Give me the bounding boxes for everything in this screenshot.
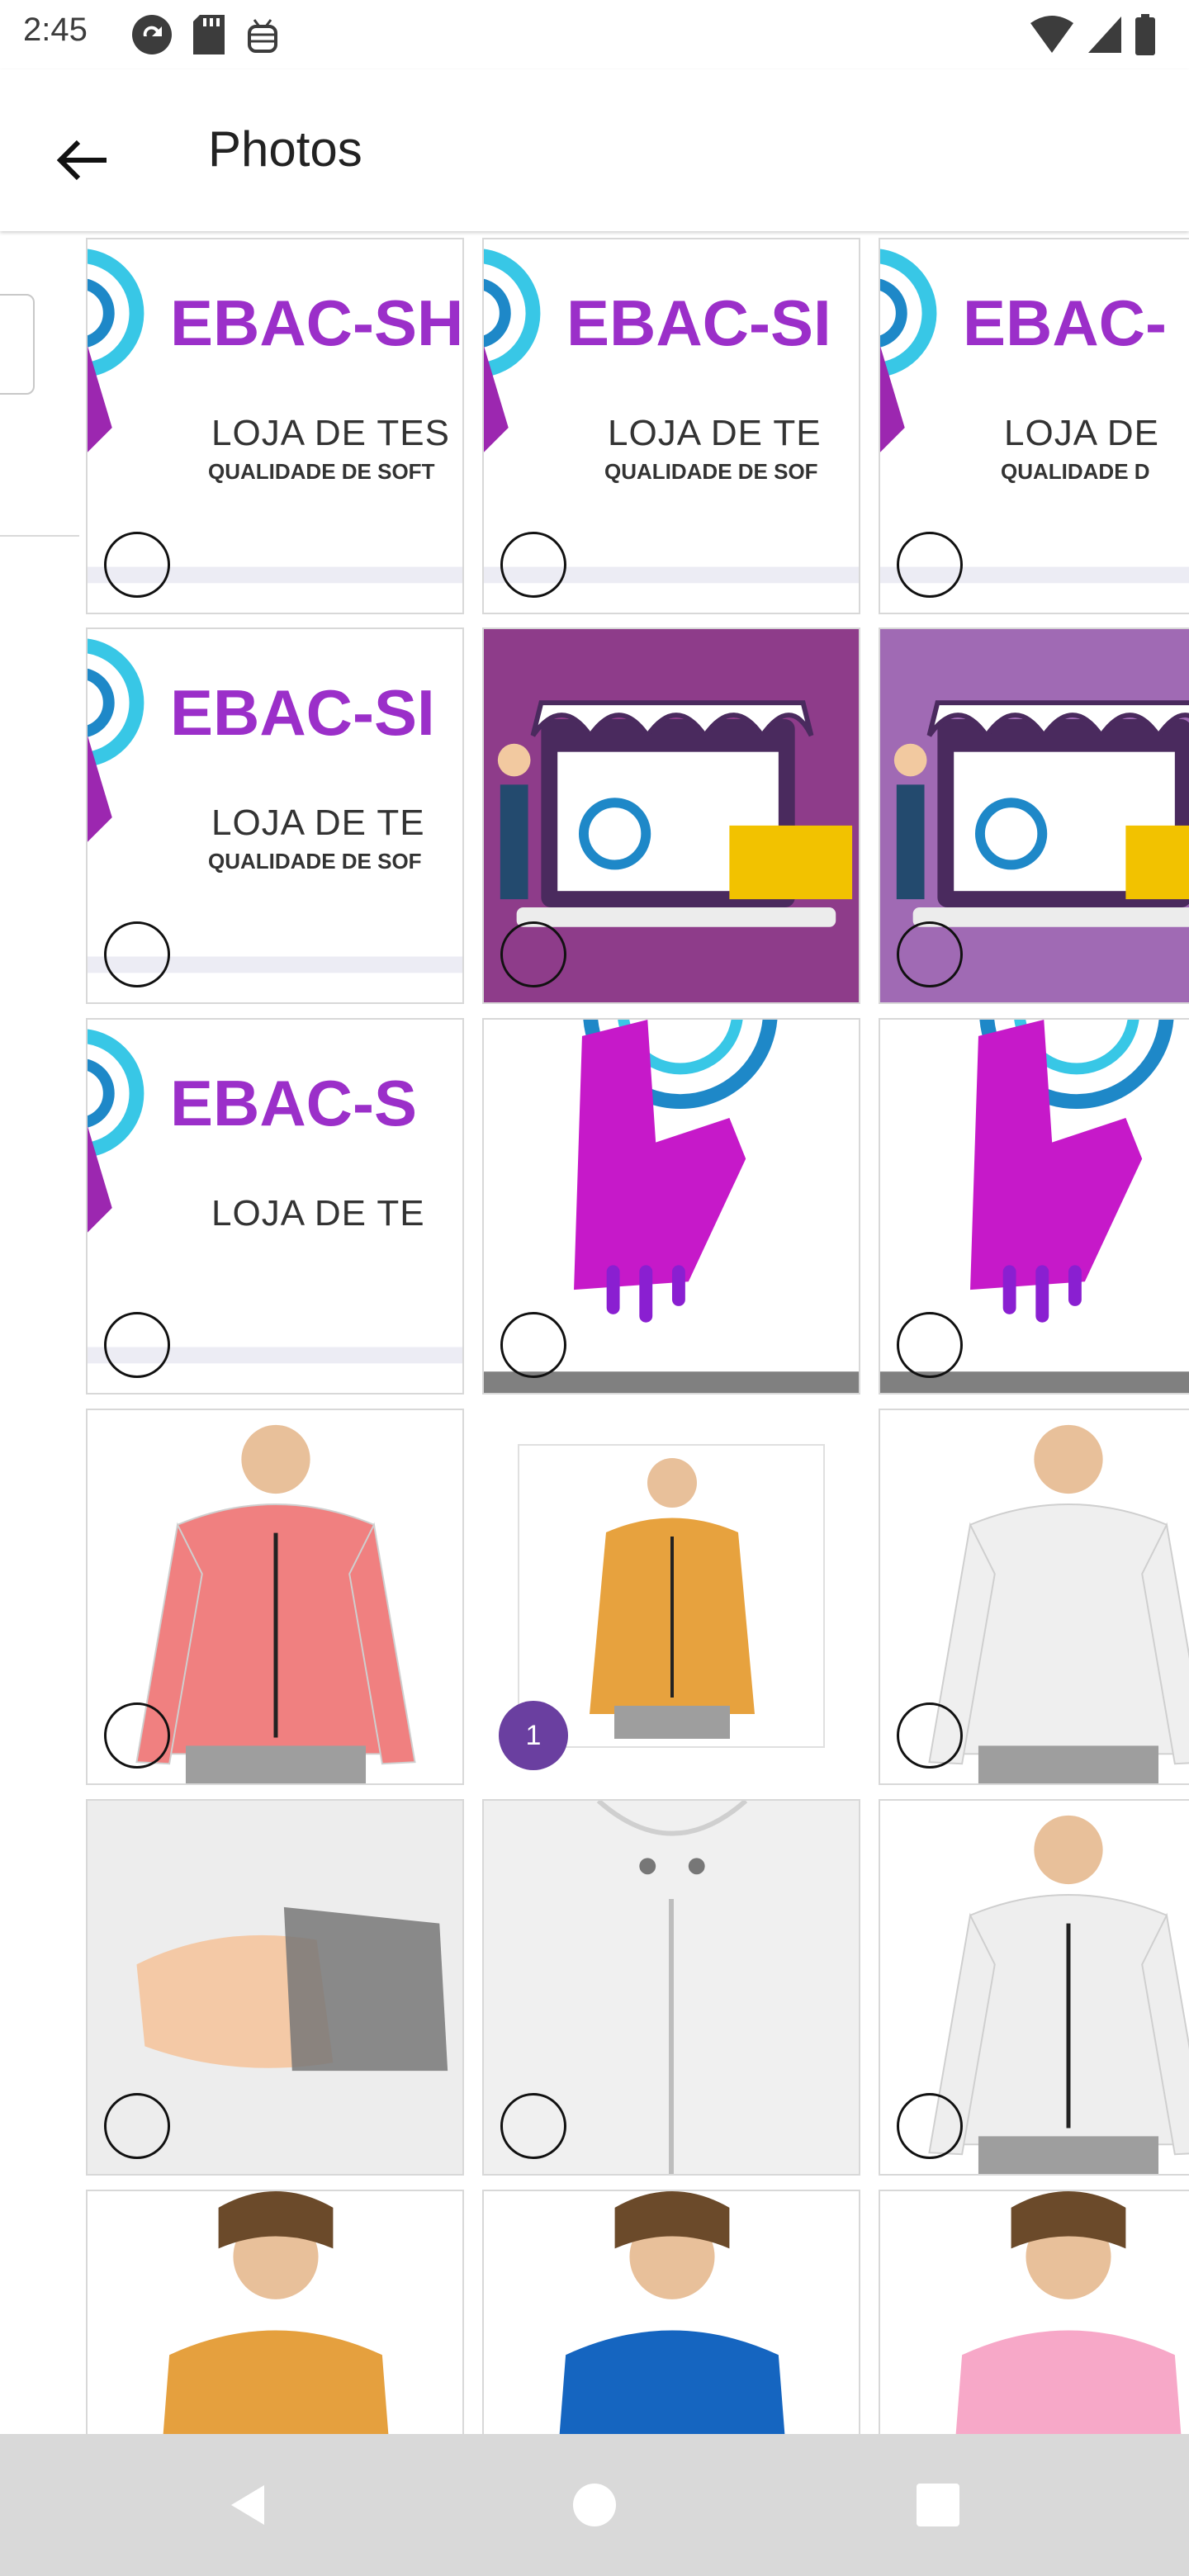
- blue-pullover-photo[interactable]: [482, 2190, 860, 2434]
- home-circle-icon: [573, 2484, 616, 2526]
- ebac-logo-text: EBAC-S: [170, 1067, 418, 1139]
- sync-icon: [132, 15, 172, 54]
- ebac-shop-logo-photo[interactable]: EBAC-S LOJA DE TE: [86, 1018, 464, 1395]
- status-right-icons: [1029, 13, 1156, 56]
- select-checkbox[interactable]: [104, 532, 170, 598]
- app-bar: Photos: [0, 69, 1189, 231]
- store-laptop-illustration-photo[interactable]: [482, 627, 860, 1004]
- album-drawer-handle[interactable]: [0, 294, 35, 395]
- hand-logo-photo[interactable]: [482, 1018, 860, 1395]
- banner-line-1: LOJA DE TE: [211, 803, 425, 843]
- photo-thumbnail-image: [88, 2191, 462, 2434]
- photo-thumbnail-image: [880, 2191, 1189, 2434]
- banner-line-1: LOJA DE TES: [211, 413, 450, 453]
- status-left-icons: [129, 12, 281, 58]
- wifi-icon: [1030, 16, 1073, 53]
- system-nav-bar: [0, 2434, 1189, 2576]
- recents-square-icon: [917, 2484, 959, 2526]
- ebac-shop-logo-photo[interactable]: EBAC-SI LOJA DE TE QUALIDADE DE SOF: [482, 238, 860, 614]
- photo-thumbnail-image: [484, 2191, 859, 2434]
- white-jacket-detail-photo[interactable]: [482, 1799, 860, 2176]
- banner-line-1: LOJA DE TE: [211, 1193, 425, 1234]
- page-title: Photos: [208, 121, 362, 177]
- ebac-shop-logo-photo[interactable]: EBAC-SI LOJA DE TE QUALIDADE DE SOF: [86, 627, 464, 1004]
- store-laptop-illustration-photo[interactable]: [879, 627, 1189, 1004]
- banner-line-1: LOJA DE: [1004, 413, 1159, 453]
- banner-line-1: LOJA DE TE: [608, 413, 822, 453]
- status-bar: 2:45: [0, 0, 1189, 69]
- orange-pullover-photo[interactable]: [86, 2190, 464, 2434]
- album-drawer-edge[interactable]: [0, 233, 79, 537]
- select-checkbox[interactable]: [104, 921, 170, 987]
- select-checkbox[interactable]: [897, 1312, 963, 1378]
- hand-logo-photo[interactable]: [879, 1018, 1189, 1395]
- select-checkbox[interactable]: [500, 532, 566, 598]
- pink-jacket-photo[interactable]: [86, 1409, 464, 1785]
- select-checkbox[interactable]: [104, 1312, 170, 1378]
- select-checkbox[interactable]: [500, 2093, 566, 2159]
- nav-back-button[interactable]: [206, 2464, 289, 2546]
- back-triangle-icon: [231, 2485, 264, 2525]
- ebac-shop-logo-photo[interactable]: EBAC-SH LOJA DE TES QUALIDADE DE SOFT: [86, 238, 464, 614]
- select-checkbox[interactable]: [897, 2093, 963, 2159]
- nav-home-button[interactable]: [553, 2464, 636, 2546]
- pink-pullover-photo[interactable]: [879, 2190, 1189, 2434]
- select-checkbox[interactable]: [897, 532, 963, 598]
- white-jacket-sleeve-photo[interactable]: [86, 1799, 464, 2176]
- select-checkbox[interactable]: [897, 921, 963, 987]
- android-debug-icon: [248, 19, 277, 53]
- select-checkbox[interactable]: [500, 921, 566, 987]
- select-checkbox[interactable]: [500, 1312, 566, 1378]
- ebac-shop-logo-photo[interactable]: EBAC- LOJA DE QUALIDADE D: [879, 238, 1189, 614]
- nav-recents-button[interactable]: [897, 2464, 979, 2546]
- orange-jacket-photo[interactable]: 1: [482, 1409, 860, 1785]
- back-button[interactable]: [41, 119, 124, 201]
- ebac-logo-text: EBAC-SI: [170, 676, 435, 749]
- photo-picker-content: EBAC-SH LOJA DE TES QUALIDADE DE SOFT EBAC-…: [0, 233, 1189, 2434]
- banner-line-2: QUALIDADE DE SOFT: [208, 459, 435, 484]
- ebac-logo-text: EBAC-: [963, 286, 1167, 359]
- banner-line-2: QUALIDADE DE SOF: [208, 849, 422, 874]
- white-jacket-photo[interactable]: [879, 1799, 1189, 2176]
- banner-line-2: QUALIDADE D: [1001, 459, 1150, 484]
- select-checkbox[interactable]: [897, 1702, 963, 1769]
- select-checkbox[interactable]: [104, 2093, 170, 2159]
- ebac-logo-text: EBAC-SI: [566, 286, 831, 359]
- ebac-logo-text: EBAC-SH: [170, 286, 464, 359]
- status-time: 2:45: [23, 12, 88, 48]
- white-jacket-back-photo[interactable]: [879, 1409, 1189, 1785]
- banner-line-2: QUALIDADE DE SOF: [604, 459, 818, 484]
- selection-count-badge[interactable]: 1: [499, 1701, 568, 1770]
- cellular-signal-icon: [1088, 17, 1121, 53]
- select-checkbox[interactable]: [104, 1702, 170, 1769]
- battery-icon: [1135, 14, 1155, 55]
- sd-card-icon: [193, 15, 225, 54]
- arrow-back-icon: [57, 140, 107, 181]
